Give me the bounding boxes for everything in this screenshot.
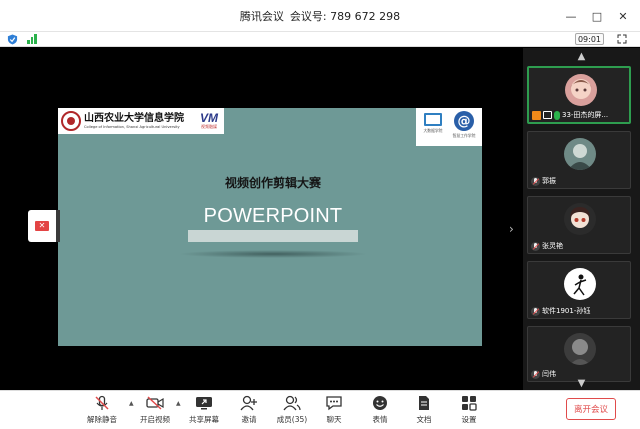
- reactions-label: 表情: [372, 415, 388, 424]
- shield-icon[interactable]: [7, 34, 18, 45]
- slide-title: POWERPOINT: [203, 205, 343, 227]
- settings-label: 设置: [461, 415, 477, 424]
- college-name-block: 山西农业大学信息学院 College of Information, Shanx…: [84, 113, 184, 129]
- start-video-label: 开启视频: [140, 415, 170, 424]
- college-name-cn: 山西农业大学信息学院: [84, 113, 184, 124]
- invite-button[interactable]: 邀请: [229, 394, 269, 428]
- share-screen-label: 共享屏幕: [189, 415, 219, 424]
- video-options-caret-icon[interactable]: ▲: [176, 400, 181, 407]
- app-name: 腾讯会议: [239, 9, 284, 23]
- slide-decor-shadow: [178, 250, 368, 258]
- share-screen-button[interactable]: 共享屏幕: [184, 394, 224, 428]
- smart-work-logo: @ 智慧工作学院: [450, 111, 478, 139]
- meeting-window: 腾讯会议 会议号: 789 672 298 — □ ✕ 09:01 山西农业大学…: [0, 0, 640, 429]
- avatar: [564, 333, 596, 365]
- audio-options-caret-icon[interactable]: ▲: [129, 400, 134, 407]
- avatar: [564, 138, 596, 170]
- chat-button[interactable]: 聊天: [314, 394, 354, 428]
- avatar: [565, 74, 597, 106]
- mic-muted-icon: [92, 394, 112, 411]
- chip-edge: [56, 210, 60, 242]
- collapse-panel-icon[interactable]: ›: [509, 222, 514, 236]
- slide-decor-bar: [188, 230, 358, 242]
- add-user-icon: [239, 394, 259, 411]
- invite-label: 邀请: [241, 415, 257, 424]
- unmute-label: 解除静音: [87, 415, 117, 424]
- emoji-icon: [370, 394, 390, 411]
- scroll-down-icon[interactable]: ▼: [523, 378, 640, 389]
- meeting-timer: 09:01: [575, 33, 604, 45]
- participant-label: 软件1901-孙钰: [531, 306, 590, 316]
- maximize-button[interactable]: □: [584, 5, 610, 27]
- host-icon: [532, 110, 541, 120]
- mic-muted-icon: [531, 306, 540, 316]
- mic-muted-icon: [531, 241, 540, 251]
- vm-logo-text: VM: [200, 111, 218, 125]
- presentation-slide: 山西农业大学信息学院 College of Information, Shanx…: [58, 108, 482, 346]
- status-bar: 09:01: [0, 32, 640, 47]
- stop-share-toggle[interactable]: ✕: [28, 210, 56, 242]
- monitor-icon: [424, 113, 442, 126]
- participant-tile[interactable]: 闫伟: [527, 326, 631, 382]
- expand-icon[interactable]: [617, 34, 627, 44]
- university-seal-icon: [61, 111, 81, 131]
- start-video-button[interactable]: 开启视频: [135, 394, 175, 428]
- vm-logo-subtext: 视频融媒: [201, 124, 217, 129]
- smart-work-caption: 智慧工作学院: [452, 133, 476, 138]
- participant-label: 郭振: [531, 176, 556, 186]
- mic-on-icon: [554, 110, 560, 120]
- window-controls: — □ ✕: [558, 0, 636, 32]
- vm-logo: VM 视频融媒: [195, 110, 223, 132]
- participant-name: 33-田杰的屏...: [562, 111, 609, 119]
- screen-off-icon: ✕: [35, 221, 49, 231]
- docs-label: 文档: [416, 415, 432, 424]
- members-label: 成员(35): [276, 415, 308, 424]
- at-sign-icon: @: [454, 111, 474, 131]
- college-name-en: College of Information, Shanxi Agricultu…: [84, 125, 180, 129]
- participant-tile[interactable]: 张灵艳: [527, 196, 631, 254]
- participant-label: 张灵艳: [531, 241, 563, 251]
- meeting-toolbar: 解除静音 ▲ 开启视频 ▲ 共享屏幕 邀请 成员(35) 聊天 表情 文档 设置…: [0, 390, 640, 429]
- docs-button[interactable]: 文档: [404, 394, 444, 428]
- slide-subtitle: 视频创作剪辑大赛: [224, 176, 321, 190]
- settings-button[interactable]: 设置: [449, 394, 489, 428]
- big-data-caption: 大数据学院: [423, 128, 443, 133]
- partner-logos: 大数据学院 @ 智慧工作学院: [416, 108, 482, 146]
- participant-name: 郭振: [542, 177, 556, 185]
- avatar: [564, 203, 596, 235]
- leave-meeting-button[interactable]: 离开会议: [566, 398, 616, 420]
- members-icon: [282, 394, 302, 411]
- mic-muted-icon: [531, 176, 540, 186]
- big-data-logo: 大数据学院: [419, 111, 447, 134]
- participant-panel: ▲ 33-田杰的屏... 郭振 张灵艳 软件1901-孙钰 闫伟 ▼: [523, 48, 640, 390]
- participant-name: 张灵艳: [542, 242, 563, 250]
- chat-icon: [324, 394, 344, 411]
- shared-screen-area: 山西农业大学信息学院 College of Information, Shanx…: [4, 48, 523, 390]
- share-screen-icon: [194, 394, 214, 411]
- minimize-button[interactable]: —: [558, 5, 584, 27]
- close-button[interactable]: ✕: [610, 5, 636, 27]
- meeting-id[interactable]: 会议号: 789 672 298: [290, 8, 400, 24]
- participant-tile[interactable]: 软件1901-孙钰: [527, 261, 631, 319]
- camera-off-icon: [145, 394, 165, 411]
- participant-tile[interactable]: 33-田杰的屏...: [527, 66, 631, 124]
- settings-grid-icon: [459, 394, 479, 411]
- unmute-button[interactable]: 解除静音: [82, 394, 122, 428]
- reactions-button[interactable]: 表情: [360, 394, 400, 428]
- avatar: [564, 268, 596, 300]
- scroll-up-icon[interactable]: ▲: [523, 51, 640, 62]
- members-button[interactable]: 成员(35): [272, 394, 312, 428]
- window-title: 腾讯会议 会议号: 789 672 298: [240, 8, 400, 24]
- participant-tile[interactable]: 郭振: [527, 131, 631, 189]
- participant-name: 软件1901-孙钰: [542, 307, 591, 315]
- chat-label: 聊天: [326, 415, 342, 424]
- screen-share-icon: [543, 111, 552, 119]
- signal-icon[interactable]: [27, 34, 38, 44]
- document-icon: [414, 394, 434, 411]
- title-bar: 腾讯会议 会议号: 789 672 298 — □ ✕: [0, 0, 640, 32]
- participant-label: 33-田杰的屏...: [532, 110, 608, 120]
